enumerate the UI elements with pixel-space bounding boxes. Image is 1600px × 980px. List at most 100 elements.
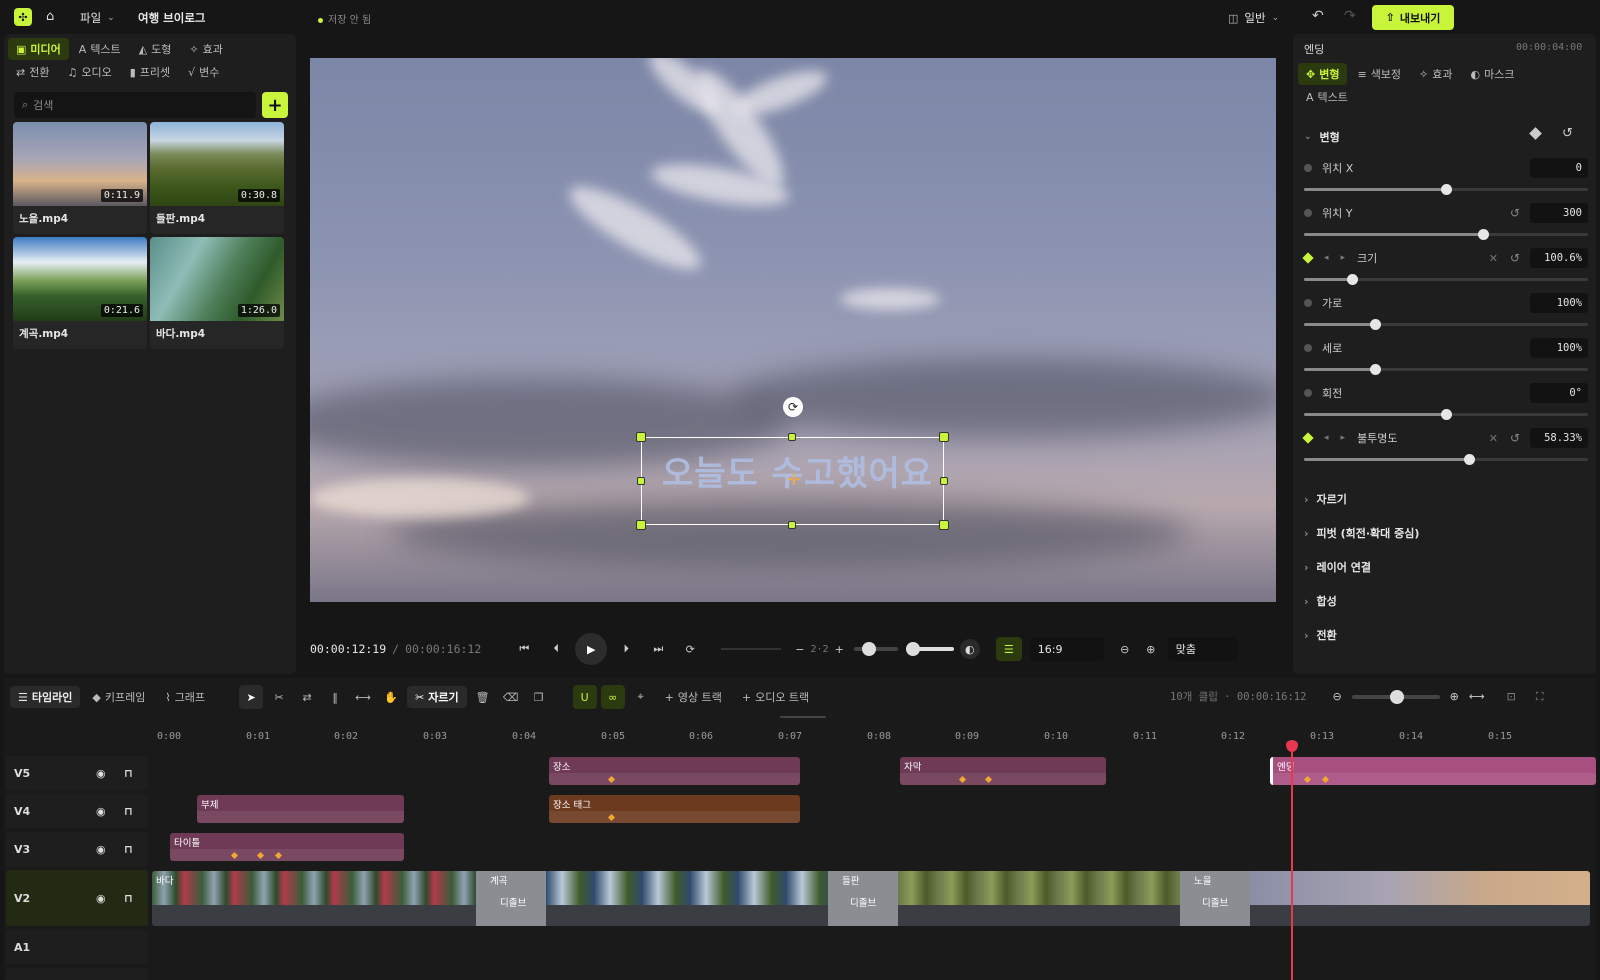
clip-subtitle[interactable]: 자막 xyxy=(900,757,1106,785)
reset-icon[interactable]: ↺ xyxy=(1510,206,1520,220)
remove-keyframe-icon[interactable]: ✕ xyxy=(1489,252,1498,265)
section-blend[interactable]: › 합성 xyxy=(1304,591,1337,611)
tab-graph[interactable]: ⌇ 그래프 xyxy=(157,686,213,708)
tab-shape[interactable]: ◭ 도형 xyxy=(131,38,180,60)
slider-knob[interactable] xyxy=(1370,319,1381,330)
section-transition[interactable]: › 전환 xyxy=(1304,625,1337,645)
eye-icon[interactable]: ◉ xyxy=(96,767,106,780)
clip-place-tag[interactable]: 장소 태그 xyxy=(549,795,800,823)
speed-slider[interactable] xyxy=(853,642,898,656)
undo-icon[interactable]: ↶ xyxy=(1312,8,1324,24)
redo-icon[interactable]: ↷ xyxy=(1344,8,1356,24)
reset-icon[interactable]: ↺ xyxy=(1562,126,1573,141)
field-value-input[interactable]: 0 xyxy=(1530,158,1588,178)
track-header-v5[interactable]: V5 ◉ ⊓ xyxy=(6,756,148,790)
slider-knob[interactable] xyxy=(905,642,920,656)
volume-slider[interactable] xyxy=(905,642,954,656)
clip-sea[interactable]: 바다 xyxy=(152,871,476,905)
resize-handle[interactable] xyxy=(788,521,796,529)
track-header-v4[interactable]: V4 ◉ ⊓ xyxy=(6,794,148,828)
next-keyframe-icon[interactable]: ▸ xyxy=(1341,433,1346,443)
select-tool-icon[interactable]: ➤ xyxy=(239,685,264,709)
keyframe-active-icon[interactable] xyxy=(1302,432,1314,444)
tab-keyframe[interactable]: ◆ 키프레임 xyxy=(84,686,153,708)
file-menu[interactable]: 파일 ⌄ xyxy=(80,10,115,26)
field-value-input[interactable]: 100% xyxy=(1530,338,1588,358)
transition-block[interactable]: 디졸브 xyxy=(828,871,898,926)
field-value-input[interactable]: 100% xyxy=(1530,293,1588,313)
zoom-out-icon[interactable]: ⊖ xyxy=(1112,636,1138,662)
resize-handle[interactable] xyxy=(939,432,949,442)
duplicate-icon[interactable]: ❐ xyxy=(527,685,551,709)
eye-icon[interactable]: ◉ xyxy=(96,805,106,818)
transition-block[interactable]: 디졸브 xyxy=(476,871,546,926)
width-slider[interactable] xyxy=(1304,319,1588,330)
zoom-select[interactable]: 맞춤 xyxy=(1167,637,1238,661)
project-name[interactable]: 여행 브이로그 xyxy=(138,10,205,26)
preview-canvas[interactable]: ⟳ 오늘도 수고했어요 ✛ xyxy=(310,58,1276,602)
keyframe-active-icon[interactable] xyxy=(1302,252,1314,264)
reset-icon[interactable]: ↺ xyxy=(1510,251,1520,265)
next-keyframe-icon[interactable]: ▸ xyxy=(1341,253,1346,263)
home-icon[interactable]: ⌂ xyxy=(46,9,54,24)
split-tool-icon[interactable]: ‖ xyxy=(323,685,347,709)
playhead-line[interactable] xyxy=(1291,741,1293,980)
tab-mask[interactable]: ◐ 마스크 xyxy=(1463,63,1523,85)
rotate-handle-icon[interactable]: ⟳ xyxy=(783,397,803,417)
rotation-slider[interactable] xyxy=(1304,409,1588,420)
delete-icon[interactable]: 🗑 xyxy=(471,685,495,709)
slider-knob[interactable] xyxy=(1441,409,1452,420)
add-audio-track-button[interactable]: + 오디오 트랙 xyxy=(734,686,817,708)
skip-start-icon[interactable]: ⏮ xyxy=(511,636,537,662)
media-item-field[interactable]: 0:30.8 들판.mp4 xyxy=(150,122,284,234)
keyframe-dot-icon[interactable] xyxy=(1304,209,1312,217)
field-value-input[interactable]: 0° xyxy=(1530,383,1588,403)
tab-text[interactable]: A 텍스트 xyxy=(1298,86,1356,108)
zoom-in-icon[interactable]: ⊕ xyxy=(1450,690,1459,703)
skip-end-icon[interactable]: ⏭ xyxy=(645,636,671,662)
transform-section-header[interactable]: ⌄ 변형 xyxy=(1304,127,1340,147)
tab-preset[interactable]: ▮ 프리셋 xyxy=(122,61,178,83)
marker-icon[interactable]: ⌖ xyxy=(629,685,653,709)
erase-icon[interactable]: ⌫ xyxy=(499,685,523,709)
prev-keyframe-icon[interactable]: ◂ xyxy=(1324,433,1329,443)
media-item-sea[interactable]: 1:26.0 바다.mp4 xyxy=(150,237,284,349)
loop-icon[interactable]: ⟳ xyxy=(677,636,703,662)
track-header-a1[interactable]: A1 xyxy=(6,930,148,964)
tab-media[interactable]: ▣ 미디어 xyxy=(8,38,69,60)
remove-keyframe-icon[interactable]: ✕ xyxy=(1489,432,1498,445)
keyframe-dot-icon[interactable] xyxy=(1304,299,1312,307)
scale-slider[interactable] xyxy=(1304,274,1588,285)
export-button[interactable]: ⇧ 내보내기 xyxy=(1372,5,1454,30)
resize-handle[interactable] xyxy=(788,433,796,441)
section-pivot[interactable]: › 피벗 (회전·확대 중심) xyxy=(1304,523,1419,543)
keyframe-dot-icon[interactable] xyxy=(1304,344,1312,352)
plus-icon[interactable]: + xyxy=(835,643,844,656)
section-crop[interactable]: › 자르기 xyxy=(1304,489,1347,509)
resize-handle[interactable] xyxy=(636,432,646,442)
clip-title[interactable]: 타이틀 xyxy=(170,833,404,861)
opacity-slider[interactable] xyxy=(1304,454,1588,465)
magnet-icon[interactable]: U xyxy=(572,685,597,709)
zoom-out-icon[interactable]: ⊖ xyxy=(1332,690,1341,703)
lock-icon[interactable]: ⊓ xyxy=(124,892,133,905)
clip-field[interactable]: 들판 xyxy=(842,871,1180,905)
step-forward-icon[interactable]: ⏵ xyxy=(613,636,639,662)
track-header-v3[interactable]: V3 ◉ ⊓ xyxy=(6,832,148,866)
fit-width-icon[interactable]: ⟷ xyxy=(1469,690,1485,703)
slider-knob[interactable] xyxy=(1441,184,1452,195)
tab-transform[interactable]: ✥ 변형 xyxy=(1298,63,1348,85)
panel-resize-handle[interactable] xyxy=(780,716,826,718)
height-slider[interactable] xyxy=(1304,364,1588,375)
slider-knob[interactable] xyxy=(1478,229,1489,240)
lock-icon[interactable]: ⊓ xyxy=(124,843,133,856)
adjust-icon[interactable]: ☰ xyxy=(995,637,1022,661)
lock-icon[interactable]: ⊓ xyxy=(124,805,133,818)
slider-knob[interactable] xyxy=(1464,454,1475,465)
collapse-icon[interactable]: ⊡ xyxy=(1507,690,1516,703)
eye-icon[interactable]: ◉ xyxy=(96,843,106,856)
clip-sunset[interactable]: 노을 xyxy=(1194,871,1590,905)
prev-keyframe-icon[interactable]: ◂ xyxy=(1324,253,1329,263)
cut-button[interactable]: ✂ 자르기 xyxy=(407,686,467,708)
slider-knob[interactable] xyxy=(1370,364,1381,375)
